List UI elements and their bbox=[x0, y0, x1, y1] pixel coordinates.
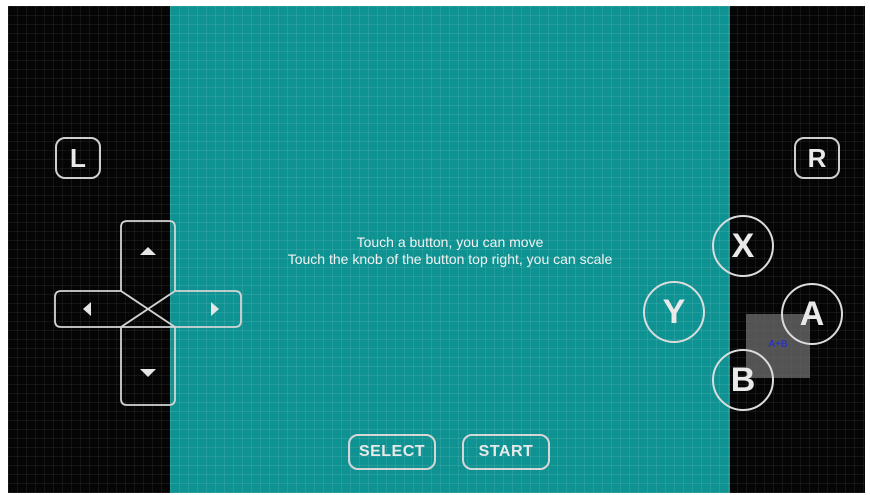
start-button-label: START bbox=[478, 443, 534, 460]
b-button[interactable]: B bbox=[712, 349, 774, 411]
x-button[interactable]: X bbox=[712, 215, 774, 277]
dpad-up-button[interactable] bbox=[121, 221, 175, 283]
l-shoulder-button[interactable]: L bbox=[55, 137, 101, 179]
instruction-line-scale: Touch the knob of the button top right, … bbox=[287, 251, 613, 267]
l-button-label: L bbox=[70, 142, 86, 173]
start-button[interactable]: START bbox=[462, 434, 550, 470]
y-button[interactable]: Y bbox=[643, 281, 705, 343]
instructions: Touch a button, you can move Touch the k… bbox=[170, 234, 730, 268]
select-button-label: SELECT bbox=[358, 443, 426, 460]
ab-combo-label: A+B bbox=[768, 339, 788, 350]
a-button[interactable]: A bbox=[781, 283, 843, 345]
b-button-label: B bbox=[730, 360, 756, 399]
arrow-right-icon bbox=[211, 302, 219, 316]
y-button-label: Y bbox=[662, 292, 686, 331]
emulator-screen: Touch a button, you can move Touch the k… bbox=[8, 6, 865, 493]
arrow-up-icon bbox=[140, 247, 156, 255]
a-button-label: A bbox=[799, 294, 825, 333]
arrow-left-icon bbox=[83, 302, 91, 316]
x-button-label: X bbox=[731, 226, 755, 265]
dpad-left-button[interactable] bbox=[55, 291, 115, 327]
instruction-line-move: Touch a button, you can move bbox=[356, 234, 544, 250]
r-shoulder-button[interactable]: R bbox=[794, 137, 840, 179]
dpad-down-button[interactable] bbox=[121, 339, 175, 405]
select-button[interactable]: SELECT bbox=[348, 434, 436, 470]
dpad-right-button[interactable] bbox=[181, 291, 241, 327]
arrow-down-icon bbox=[140, 369, 156, 377]
dpad bbox=[53, 219, 243, 409]
r-button-label: R bbox=[807, 142, 827, 173]
